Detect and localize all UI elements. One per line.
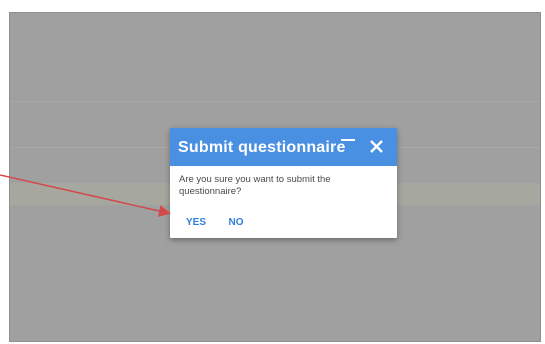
minimize-icon: [341, 139, 355, 141]
close-button[interactable]: [364, 128, 390, 166]
minimize-button[interactable]: [336, 128, 362, 166]
no-button[interactable]: NO: [228, 217, 243, 228]
dialog-header: Submit questionnaire: [170, 128, 397, 166]
close-icon: [370, 140, 383, 153]
background-divider: [10, 101, 540, 102]
submit-questionnaire-dialog: Submit questionnaire Are you sure you wa…: [170, 128, 397, 238]
dialog-message: Are you sure you want to submit the ques…: [179, 174, 331, 197]
dialog-actions: YES NO: [186, 212, 261, 230]
yes-button[interactable]: YES: [186, 217, 206, 228]
dialog-title: Submit questionnaire: [178, 139, 346, 156]
